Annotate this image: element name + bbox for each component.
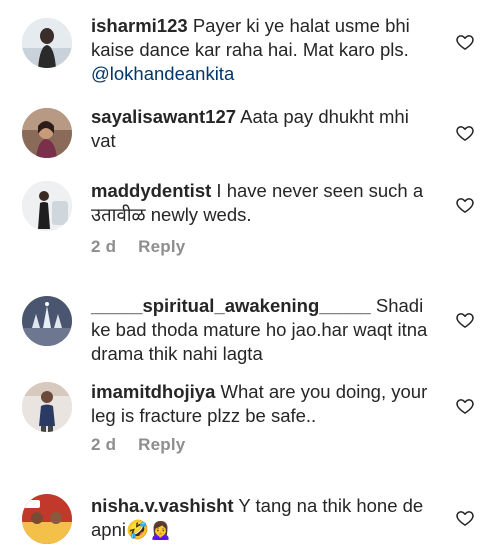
comment-username[interactable]: imamitdhojiya: [91, 381, 215, 402]
mention-link[interactable]: @lokhandeankita: [91, 63, 234, 84]
comment-time: 2 d: [91, 435, 117, 454]
reply-button[interactable]: Reply: [138, 435, 185, 454]
temple-photo-avatar-icon: [22, 296, 72, 346]
comment-text: _____spiritual_awakening_____ Shadi ke b…: [91, 294, 436, 366]
comment-username[interactable]: nisha.v.vashisht: [91, 495, 234, 516]
comment-time: 2 d: [91, 237, 117, 256]
comment-text: sayalisawant127 Aata pay dhukht mhi vat: [91, 105, 436, 153]
heart-outline-icon: [456, 399, 474, 414]
comment-text: maddydentist I have never seen such a उत…: [91, 179, 436, 227]
like-button[interactable]: [455, 123, 475, 143]
comment-meta: 2 d Reply: [91, 435, 185, 455]
comment-text: nisha.v.vashisht Y tang na thik hone de …: [91, 494, 436, 542]
comment-meta: 2 d Reply: [91, 237, 185, 257]
avatar[interactable]: [22, 18, 72, 68]
reply-button[interactable]: Reply: [138, 237, 185, 256]
heart-outline-icon: [456, 313, 474, 328]
person-photo-avatar-icon: [22, 108, 72, 158]
avatar[interactable]: [22, 108, 72, 158]
comment-username[interactable]: isharmi123: [91, 15, 188, 36]
person-photo-avatar-icon: [22, 181, 72, 231]
comment-text: isharmi123 Payer ki ye halat usme bhi ka…: [91, 14, 436, 86]
like-button[interactable]: [455, 310, 475, 330]
heart-outline-icon: [456, 198, 474, 213]
group-photo-avatar-icon: [22, 494, 72, 544]
avatar[interactable]: [22, 494, 72, 544]
person-photo-avatar-icon: [22, 18, 72, 68]
avatar[interactable]: [22, 296, 72, 346]
comment-username[interactable]: maddydentist: [91, 180, 211, 201]
avatar[interactable]: [22, 181, 72, 231]
like-button[interactable]: [455, 508, 475, 528]
comment-username[interactable]: sayalisawant127: [91, 106, 236, 127]
avatar[interactable]: [22, 382, 72, 432]
heart-outline-icon: [456, 511, 474, 526]
comment-text: imamitdhojiya What are you doing, your l…: [91, 380, 436, 428]
person-photo-avatar-icon: [22, 382, 72, 432]
heart-outline-icon: [456, 126, 474, 141]
heart-outline-icon: [456, 35, 474, 50]
like-button[interactable]: [455, 396, 475, 416]
comment-username[interactable]: _____spiritual_awakening_____: [91, 295, 371, 316]
like-button[interactable]: [455, 195, 475, 215]
like-button[interactable]: [455, 32, 475, 52]
